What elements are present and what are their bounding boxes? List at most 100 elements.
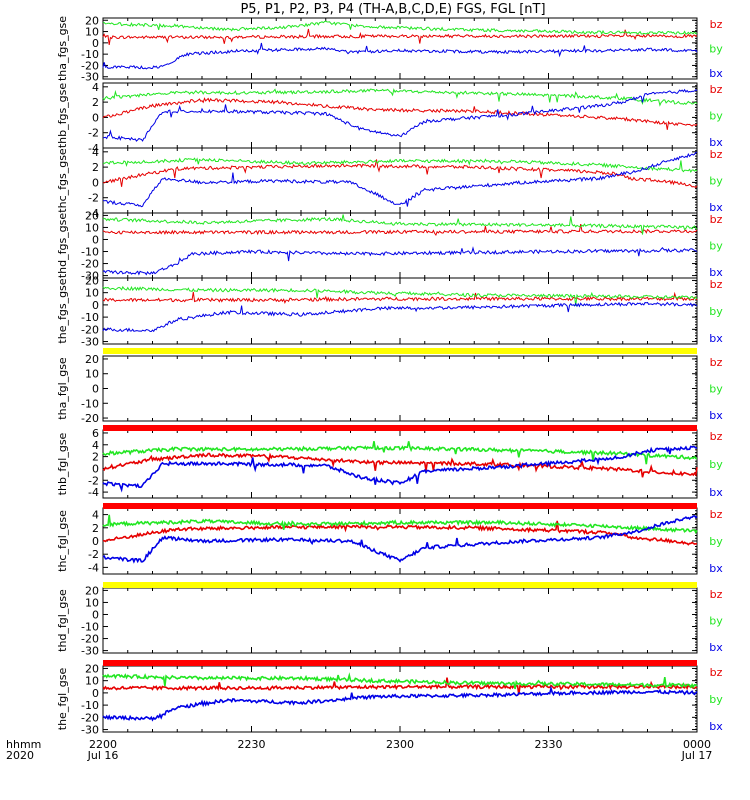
legend-by: by bbox=[709, 110, 723, 123]
y-tick-label: -20 bbox=[81, 412, 99, 425]
legend-by: by bbox=[709, 175, 723, 188]
y-tick-label: 2 bbox=[92, 96, 99, 109]
series-bx bbox=[102, 88, 698, 142]
y-tick-label: 20 bbox=[85, 274, 99, 287]
panel-frame bbox=[102, 147, 698, 214]
y-tick-label: -30 bbox=[81, 645, 99, 658]
y-tick-label: 10 bbox=[85, 287, 99, 300]
legend-by: by bbox=[709, 43, 723, 56]
y-tick-label: -30 bbox=[81, 724, 99, 737]
x-tick-date-label: Jul 16 bbox=[87, 749, 119, 762]
series-bz bbox=[102, 28, 698, 45]
series-bz bbox=[102, 97, 698, 130]
panel-tha_fgs_gse: 20100-10-20-30tha_fgs_gse bzbybx bbox=[56, 14, 723, 83]
legend-bz: bz bbox=[710, 83, 723, 96]
y-tick-label: 0 bbox=[92, 299, 99, 312]
y-axis-label: thb_fgs_gse bbox=[56, 83, 69, 149]
legend-by: by bbox=[709, 383, 723, 396]
legend-bz: bz bbox=[710, 356, 723, 369]
y-tick-label: 0 bbox=[92, 111, 99, 124]
y-tick-label: -10 bbox=[81, 699, 99, 712]
chart-title: P5, P1, P2, P3, P4 (TH-A,B,C,D,E) FGS, F… bbox=[240, 2, 545, 17]
y-tick-label: 20 bbox=[85, 662, 99, 675]
y-tick-label: -20 bbox=[81, 711, 99, 724]
panel-thd_fgs_gse: 20100-10-20-30thd_fgs_gse bzbybx bbox=[56, 209, 723, 282]
y-tick-label: -2 bbox=[88, 192, 99, 205]
panel-frame bbox=[102, 355, 698, 422]
y-tick-label: -20 bbox=[81, 323, 99, 336]
flag-bar-red bbox=[103, 660, 697, 666]
flag-bar-red bbox=[103, 425, 697, 431]
y-tick-label: 10 bbox=[85, 675, 99, 688]
panel-thc_fgl_gse: 420-2-4 thc_fgl_gse bz by bx bbox=[56, 507, 723, 575]
series-bx bbox=[102, 42, 698, 70]
x-tick-date-label: Jul 17 bbox=[681, 749, 713, 762]
y-tick-label: -10 bbox=[81, 397, 99, 410]
y-tick-label: -2 bbox=[88, 548, 99, 561]
series-bx bbox=[102, 246, 698, 276]
y-axis-label: thb_fgl_gse bbox=[56, 432, 69, 495]
legend-bz: bz bbox=[710, 508, 723, 521]
x-tick-label: 2300 bbox=[386, 738, 414, 751]
panel-thc_fgs_gse: 420-2-4thc_fgs_gse bzbybx bbox=[56, 146, 723, 220]
legend-bx: bx bbox=[709, 409, 723, 422]
series-bx bbox=[102, 445, 697, 493]
y-axis-label: thc_fgl_gse bbox=[56, 510, 69, 572]
panel-the_fgl_gse: 20100-10-20-30 the_fgl_gse bz by bx bbox=[56, 662, 723, 736]
y-tick-label: 0 bbox=[92, 176, 99, 189]
x-tick-label: 2230 bbox=[238, 738, 266, 751]
legend-bx: bx bbox=[709, 332, 723, 345]
legend-bx: bx bbox=[709, 720, 723, 733]
legend-bz: bz bbox=[710, 430, 723, 443]
legend-bx: bx bbox=[709, 486, 723, 499]
legend-by: by bbox=[709, 615, 723, 628]
flag-bar-yellow bbox=[103, 348, 697, 354]
y-axis-label: thc_fgs_gse bbox=[56, 148, 69, 213]
legend-by: by bbox=[709, 458, 723, 471]
series-by bbox=[102, 285, 698, 306]
panel-frame bbox=[102, 587, 698, 654]
panel-thb_fgl_gse: 6420-2-4thb_fgl_gse bzbybx bbox=[56, 427, 723, 499]
legend-bz: bz bbox=[710, 148, 723, 161]
legend-bz: bz bbox=[710, 278, 723, 291]
y-tick-label: 0 bbox=[92, 687, 99, 700]
y-tick-label: 20 bbox=[85, 353, 99, 366]
series-bx bbox=[102, 151, 698, 208]
flag-bar-yellow bbox=[103, 582, 697, 588]
stacked-magnetometer-chart: P5, P1, P2, P3, P4 (TH-A,B,C,D,E) FGS, F… bbox=[6, 2, 723, 762]
y-tick-label: 10 bbox=[85, 368, 99, 381]
y-tick-label: 4 bbox=[92, 81, 99, 94]
legend-bx: bx bbox=[709, 562, 723, 575]
y-tick-label: 2 bbox=[92, 522, 99, 535]
x-tick-label: 2330 bbox=[535, 738, 563, 751]
legend-bz: bz bbox=[710, 666, 723, 679]
x-axis: hhmm 2020 2200Jul 162230 2300 2330 0000Jul … bbox=[6, 738, 712, 762]
y-tick-label: 4 bbox=[92, 146, 99, 159]
series-bx bbox=[102, 685, 698, 722]
legend-by: by bbox=[709, 240, 723, 253]
legend-bz: bz bbox=[710, 18, 723, 31]
series-bz bbox=[102, 291, 698, 305]
y-tick-label: -4 bbox=[88, 561, 99, 574]
legend-bz: bz bbox=[710, 588, 723, 601]
flag-bars-group bbox=[103, 348, 697, 666]
series-by bbox=[102, 441, 697, 465]
legend-by: by bbox=[709, 305, 723, 318]
panel-tha_fgl_gse: 20 10 0-10 -20 tha_fgl_gse bz by bx bbox=[56, 353, 723, 425]
flag-bar-red bbox=[103, 503, 697, 509]
x-axis-row-label-year: 2020 bbox=[6, 749, 34, 762]
y-tick-label: -4 bbox=[88, 486, 99, 499]
series-bz bbox=[102, 452, 698, 478]
series-by bbox=[102, 88, 698, 107]
panel-frame bbox=[102, 277, 698, 345]
series-bx bbox=[102, 301, 698, 333]
panels-group: 20100-10-20-30tha_fgs_gse bzbybx420-2-4th… bbox=[56, 14, 723, 736]
y-axis-label: the_fgl_gse bbox=[56, 668, 69, 731]
y-tick-label: -30 bbox=[81, 336, 99, 349]
legend-bx: bx bbox=[709, 67, 723, 80]
y-axis-label: tha_fgs_gse bbox=[56, 16, 69, 81]
legend-by: by bbox=[709, 693, 723, 706]
y-tick-label: 2 bbox=[92, 161, 99, 174]
legend-bx: bx bbox=[709, 641, 723, 654]
y-axis-label: thd_fgl_gse bbox=[56, 589, 69, 652]
